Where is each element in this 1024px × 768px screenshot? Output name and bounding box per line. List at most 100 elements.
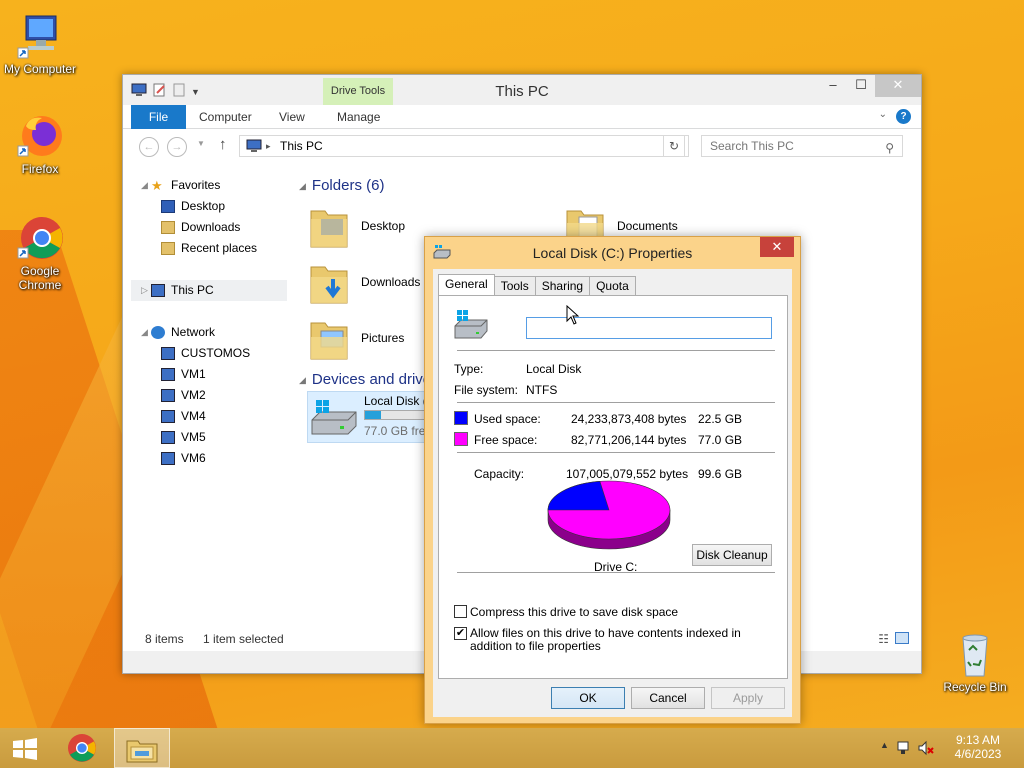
- window-controls: – ☐ ✕: [819, 75, 921, 97]
- back-button[interactable]: ←: [139, 137, 159, 157]
- recycle-bin-shortcut[interactable]: Recycle Bin: [935, 630, 1015, 694]
- devices-header[interactable]: ◢ Devices and drive: [299, 371, 431, 388]
- computer-icon: [161, 368, 175, 381]
- taskbar-chrome[interactable]: [58, 728, 106, 768]
- capacity-bytes: 107,005,079,552 bytes: [566, 467, 689, 481]
- drive-usage-fill: [365, 411, 381, 419]
- tab-computer[interactable]: Computer: [199, 105, 252, 129]
- properties-dialog: Local Disk (C:) Properties ✕ General Too…: [424, 236, 801, 724]
- collapse-arrow-icon[interactable]: ◢: [141, 322, 148, 343]
- ok-button[interactable]: OK: [551, 687, 625, 709]
- up-button[interactable]: ↑: [219, 136, 227, 153]
- drive-free-space: 77.0 GB free: [364, 424, 433, 438]
- minimize-button[interactable]: –: [819, 75, 847, 97]
- computer-icon: [16, 12, 64, 60]
- breadcrumb[interactable]: This PC: [280, 139, 323, 153]
- selection-count: 1 item selected: [203, 632, 284, 646]
- collapse-arrow-icon[interactable]: ◢: [141, 175, 148, 196]
- nav-network-item[interactable]: VM1: [131, 364, 291, 385]
- volume-muted-icon[interactable]: [918, 740, 934, 756]
- type-value: Local Disk: [526, 362, 582, 376]
- separator: [457, 350, 775, 351]
- desktop-icon-label: Google Chrome: [18, 264, 62, 292]
- nav-label: Downloads: [181, 220, 241, 234]
- nav-recent-places[interactable]: Recent places: [131, 238, 291, 259]
- network-icon[interactable]: [896, 740, 912, 756]
- details-view-icon[interactable]: ☷: [878, 632, 889, 646]
- folders-header[interactable]: ◢ Folders (6): [299, 177, 384, 194]
- nav-label: VM5: [181, 430, 206, 444]
- star-icon: ★: [151, 178, 163, 193]
- used-space-bytes: 24,233,873,408 bytes: [571, 412, 687, 426]
- firefox-icon: [16, 112, 64, 160]
- large-icons-view-icon[interactable]: [895, 632, 909, 644]
- this-pc-icon: [246, 139, 262, 159]
- nav-network-item[interactable]: VM2: [131, 385, 291, 406]
- free-space-swatch: [454, 432, 468, 446]
- collapse-arrow-icon[interactable]: ◢: [299, 181, 306, 191]
- nav-label: Favorites: [171, 178, 221, 192]
- expand-arrow-icon[interactable]: ▷: [141, 280, 148, 301]
- start-button[interactable]: [0, 728, 48, 768]
- clock-time: 9:13 AM: [955, 733, 1001, 747]
- separator: [457, 452, 775, 453]
- search-placeholder: Search This PC: [710, 139, 794, 153]
- tab-file[interactable]: File: [131, 105, 186, 129]
- clock[interactable]: 9:13 AM 4/6/2023: [942, 733, 1014, 761]
- nav-label: Recent places: [181, 241, 258, 255]
- maximize-button[interactable]: ☐: [847, 75, 875, 97]
- free-space-label: Free space:: [474, 433, 538, 447]
- nav-network-item[interactable]: VM4: [131, 406, 291, 427]
- used-space-gb: 22.5 GB: [698, 412, 743, 426]
- apply-button[interactable]: Apply: [711, 687, 785, 709]
- nav-favorites[interactable]: ◢ ★ Favorites: [131, 175, 291, 196]
- tab-sharing[interactable]: Sharing: [534, 276, 591, 296]
- tab-general[interactable]: General: [438, 274, 495, 296]
- tab-tools[interactable]: Tools: [493, 276, 536, 296]
- search-input[interactable]: Search This PC ⚲: [701, 135, 903, 157]
- nav-label: VM6: [181, 451, 206, 465]
- tab-view[interactable]: View: [279, 105, 305, 129]
- system-tray: ▲ 9:13 AM 4/6/2023: [864, 728, 1024, 768]
- nav-network-item[interactable]: CUSTOMOS: [131, 343, 291, 364]
- chrome-shortcut[interactable]: Google Chrome: [0, 214, 80, 292]
- nav-desktop[interactable]: Desktop: [131, 196, 291, 217]
- downloads-folder-icon: [309, 259, 349, 305]
- recent-locations-icon[interactable]: ▼: [197, 139, 205, 148]
- free-space-bytes: 82,771,206,144 bytes: [571, 433, 687, 447]
- address-bar[interactable]: ▸ This PC ⌄: [239, 135, 689, 157]
- desktop-icon-label: My Computer: [3, 62, 77, 76]
- volume-label-input[interactable]: [526, 317, 772, 339]
- free-space-gb: 77.0 GB: [698, 433, 743, 447]
- tab-quota[interactable]: Quota: [589, 276, 636, 296]
- used-space-label: Used space:: [474, 412, 541, 426]
- firefox-shortcut[interactable]: Firefox: [0, 112, 80, 176]
- breadcrumb-chevron-icon[interactable]: ▸: [266, 136, 271, 156]
- nav-network[interactable]: ◢ Network: [131, 322, 291, 343]
- disk-cleanup-button[interactable]: Disk Cleanup: [692, 544, 772, 566]
- collapse-arrow-icon[interactable]: ◢: [299, 375, 306, 385]
- refresh-button[interactable]: ↻: [663, 135, 685, 157]
- nav-this-pc[interactable]: ▷ This PC: [131, 280, 287, 301]
- nav-downloads[interactable]: Downloads: [131, 217, 291, 238]
- dialog-close-button[interactable]: ✕: [760, 237, 794, 257]
- show-hidden-icons-icon[interactable]: ▲: [880, 740, 889, 750]
- nav-network-item[interactable]: VM6: [131, 448, 291, 469]
- help-icon[interactable]: ?: [896, 109, 911, 124]
- search-icon: ⚲: [885, 141, 894, 155]
- close-button[interactable]: ✕: [875, 75, 921, 97]
- type-label: Type:: [454, 362, 484, 376]
- folder-name: Pictures: [361, 331, 405, 345]
- my-computer-shortcut[interactable]: My Computer: [0, 12, 80, 76]
- compress-checkbox[interactable]: [454, 605, 467, 618]
- nav-label: CUSTOMOS: [181, 346, 251, 360]
- tab-manage[interactable]: Manage: [337, 105, 380, 129]
- local-disk-item[interactable]: Local Disk (C 77.0 GB free: [307, 391, 437, 443]
- taskbar-file-explorer[interactable]: [114, 728, 170, 768]
- window-title: This PC: [495, 83, 549, 100]
- expand-ribbon-icon[interactable]: ⌄: [879, 109, 887, 120]
- forward-button[interactable]: →: [167, 137, 187, 157]
- index-checkbox[interactable]: ✔: [454, 627, 467, 640]
- cancel-button[interactable]: Cancel: [631, 687, 705, 709]
- nav-network-item[interactable]: VM5: [131, 427, 291, 448]
